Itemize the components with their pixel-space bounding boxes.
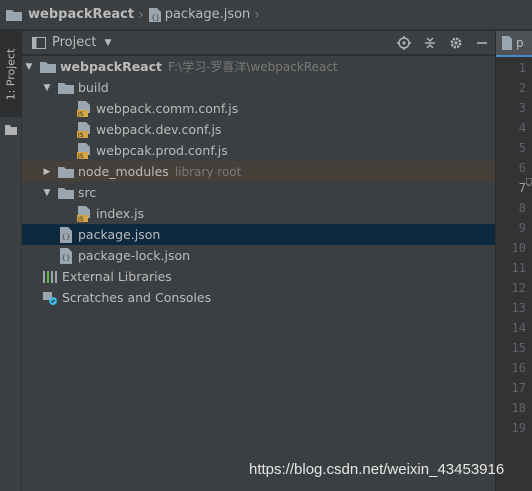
svg-text:{}: {} <box>62 233 71 241</box>
tree-item-label: webpcak.prod.conf.js <box>96 143 228 158</box>
project-tool-tab[interactable]: 1: Project <box>0 31 22 117</box>
tree-item-node-modules[interactable]: ▶ node_modules library root <box>22 161 495 182</box>
line-number-gutter: 1 2 3 4 5 6 7 8 9 10 11 12 13 14 15 16 17 18 19 <box>496 58 526 438</box>
tree-item-file[interactable]: JS webpcak.prod.conf.js <box>22 140 495 161</box>
watermark-text: https://blog.csdn.net/weixin_43453916 <box>249 461 505 478</box>
tree-item-label: package-lock.json <box>78 248 191 263</box>
tree-item-root[interactable]: ▼ webpackReact F:\学习-罗喜洋\webpackReact <box>22 56 495 77</box>
breadcrumb-file-label: package.json <box>164 7 251 22</box>
line-number: 1 <box>518 61 526 75</box>
tree-item-file[interactable]: JS webpack.dev.conf.js <box>22 119 495 140</box>
svg-text:JS: JS <box>77 132 84 138</box>
chevron-down-icon[interactable]: ▼ <box>104 38 111 48</box>
json-file-icon: {} <box>148 7 161 22</box>
line-number: 7 <box>518 181 526 195</box>
editor-tab-label: p <box>516 36 524 50</box>
expand-arrow-icon[interactable]: ▼ <box>42 188 52 198</box>
tree-item-path: F:\学习-罗喜洋\webpackReact <box>168 60 338 74</box>
chevron-right-icon: › <box>254 6 260 23</box>
folder-icon <box>40 60 56 74</box>
expand-arrow-icon[interactable]: ▼ <box>24 62 34 72</box>
folder-icon <box>6 9 22 21</box>
line-number: 8 <box>518 201 526 215</box>
library-root-hint: library root <box>174 164 242 179</box>
tree-item-src[interactable]: ▼ src <box>22 182 495 203</box>
svg-text:JS: JS <box>77 216 84 222</box>
line-number: 9 <box>518 221 526 235</box>
svg-text:JS: JS <box>77 111 84 117</box>
project-panel-header: Project ▼ <box>22 31 495 55</box>
svg-text:{}: {} <box>62 254 71 262</box>
tree-item-label: package.json <box>78 227 161 242</box>
scratches-icon <box>42 291 58 305</box>
tree-item-package-json[interactable]: {} package.json <box>22 224 495 245</box>
line-number: 15 <box>511 341 526 355</box>
json-file-icon: {} <box>58 247 74 264</box>
breadcrumb-project-label: webpackReact <box>28 7 135 22</box>
tree-item-file[interactable]: JS webpack.comm.conf.js <box>22 98 495 119</box>
library-icon <box>42 270 58 284</box>
tree-item-scratches[interactable]: Scratches and Consoles <box>22 287 495 308</box>
collapsed-arrow-icon[interactable]: ▶ <box>42 167 52 177</box>
svg-text:{}: {} <box>151 14 160 22</box>
folder-icon <box>58 186 74 200</box>
chevron-right-icon: › <box>138 6 144 23</box>
tree-item-package-lock[interactable]: {} package-lock.json <box>22 245 495 266</box>
collapse-all-icon[interactable] <box>417 31 443 55</box>
minimize-icon[interactable] <box>469 31 495 55</box>
js-file-icon: JS <box>76 100 92 117</box>
panel-toolbar <box>391 31 495 55</box>
fold-marker-icon[interactable] <box>526 178 532 186</box>
project-view-icon <box>32 36 46 49</box>
tree-item-label: build <box>78 80 109 95</box>
svg-text:JS: JS <box>77 153 84 159</box>
tree-item-label: Scratches and Consoles <box>62 290 212 305</box>
line-number: 11 <box>511 261 526 275</box>
panel-title[interactable]: Project <box>52 35 96 50</box>
navigation-bar: webpackReact › {} package.json › <box>0 0 532 30</box>
tree-item-file[interactable]: JS index.js <box>22 203 495 224</box>
tree-item-build[interactable]: ▼ build <box>22 77 495 98</box>
left-tool-strip: 1: Project <box>0 31 22 491</box>
js-file-icon: JS <box>76 121 92 138</box>
line-number: 2 <box>518 81 526 95</box>
editor-area: p 1 2 3 4 5 6 7 8 9 10 11 12 13 14 15 16 17 18 19 <box>495 31 532 491</box>
locate-icon[interactable] <box>391 31 417 55</box>
tree-item-label: External Libraries <box>62 269 172 284</box>
line-number: 19 <box>511 421 526 435</box>
line-number: 4 <box>518 121 526 135</box>
line-number: 3 <box>518 101 526 115</box>
line-number: 10 <box>511 241 526 255</box>
breadcrumb-project[interactable]: webpackReact <box>6 0 134 30</box>
project-tree: ▼ webpackReact F:\学习-罗喜洋\webpackReact ▼ … <box>22 56 495 491</box>
line-number: 12 <box>511 281 526 295</box>
js-file-icon: JS <box>76 205 92 222</box>
line-number: 13 <box>511 301 526 315</box>
tree-item-label: src <box>78 185 97 200</box>
line-number: 5 <box>518 141 526 155</box>
line-number: 18 <box>511 401 526 415</box>
tree-item-label: webpackReact <box>60 59 163 74</box>
line-number: 14 <box>511 321 526 335</box>
project-tool-tab-label: 1: Project <box>4 48 18 100</box>
json-file-icon <box>502 36 512 50</box>
js-file-icon: JS <box>76 142 92 159</box>
line-number: 17 <box>511 381 526 395</box>
breadcrumb-file[interactable]: {} package.json <box>148 0 251 30</box>
editor-tab[interactable]: p <box>496 31 532 57</box>
json-file-icon: {} <box>58 226 74 243</box>
tree-item-label: node_modules <box>78 164 169 179</box>
ide-window: webpackReact › {} package.json › 1: Proj… <box>0 0 532 491</box>
folder-icon <box>58 165 74 179</box>
gear-icon[interactable] <box>443 31 469 55</box>
line-number: 16 <box>511 361 526 375</box>
tree-item-label: webpack.dev.conf.js <box>96 122 222 137</box>
folder-icon <box>5 125 17 135</box>
tree-item-label: index.js <box>96 206 145 221</box>
tree-item-label: webpack.comm.conf.js <box>96 101 239 116</box>
tree-item-external-libraries[interactable]: External Libraries <box>22 266 495 287</box>
expand-arrow-icon[interactable]: ▼ <box>42 83 52 93</box>
folder-icon <box>58 81 74 95</box>
line-number: 6 <box>518 161 526 175</box>
